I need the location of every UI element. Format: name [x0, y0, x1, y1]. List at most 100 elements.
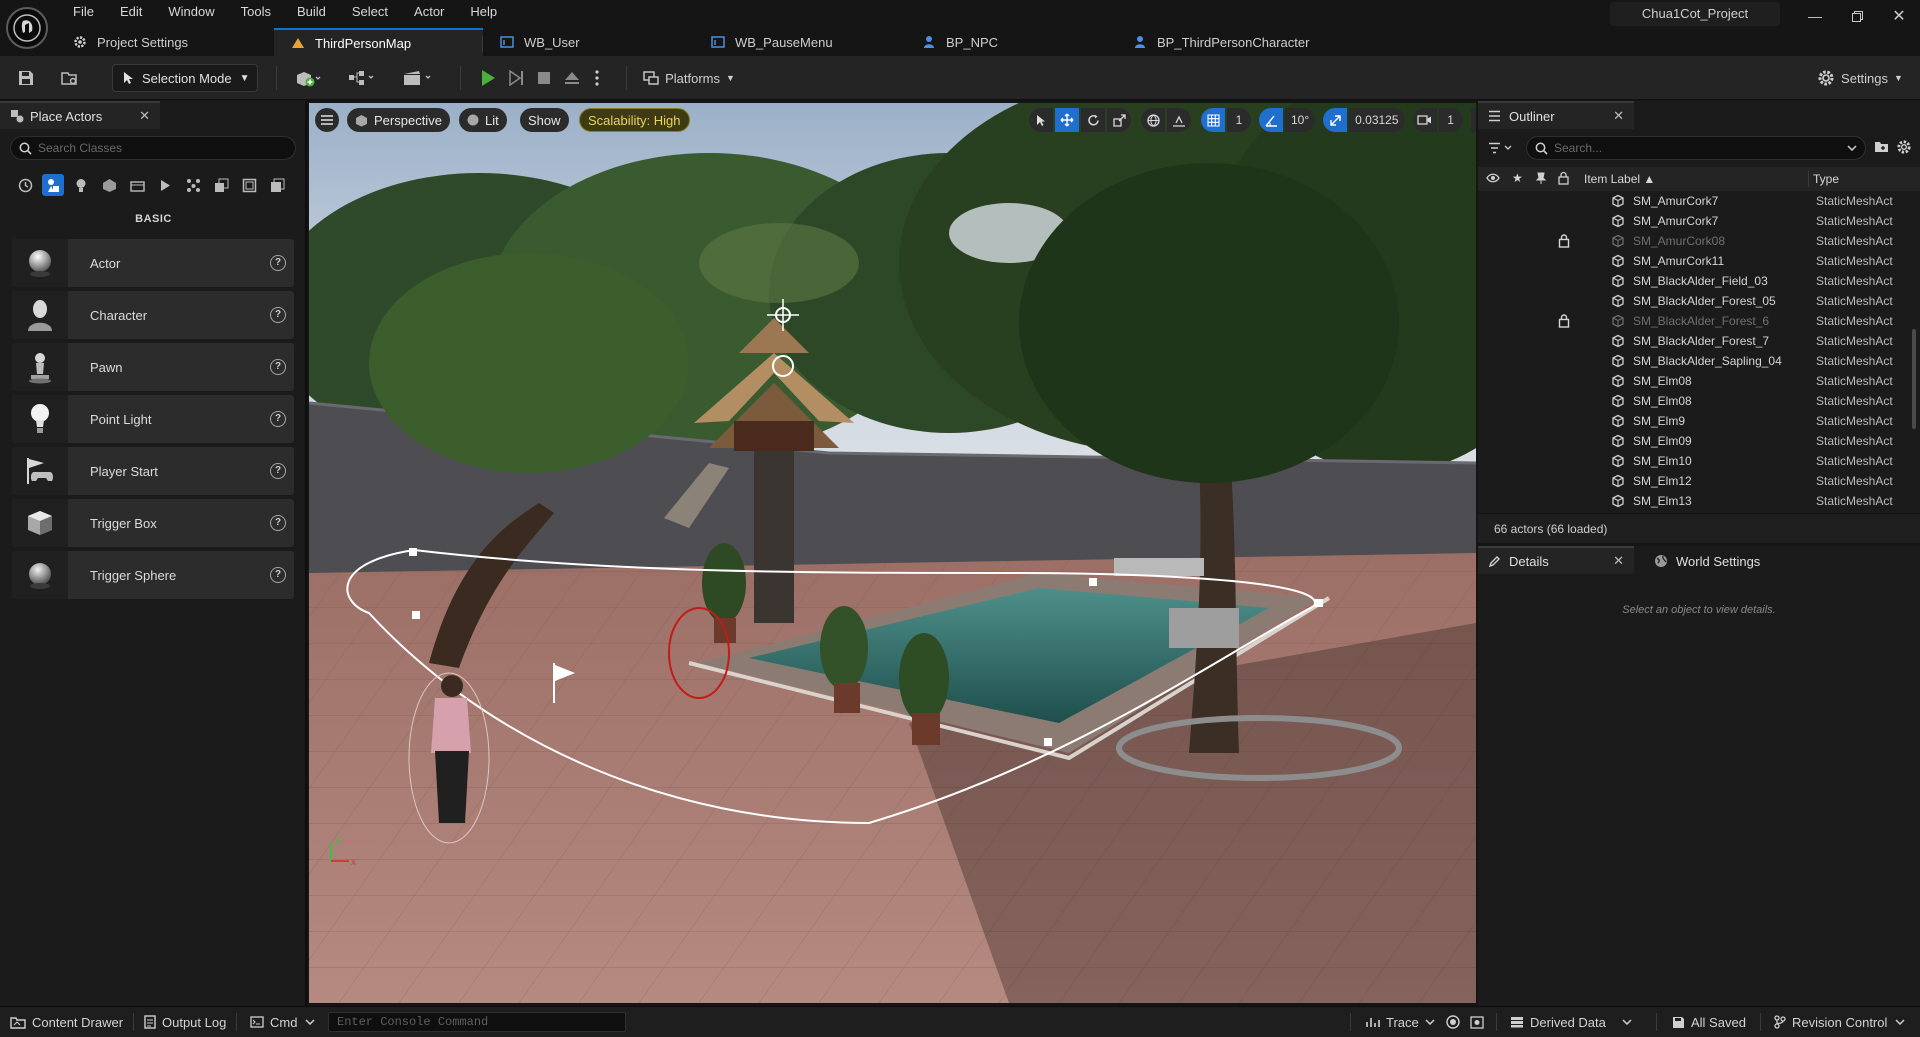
- outliner-row[interactable]: SM_Elm9 StaticMeshAct: [1478, 411, 1920, 431]
- volumes-category-icon[interactable]: [210, 174, 232, 196]
- level-viewport[interactable]: z x Perspective Lit Show Scalability: Hi…: [309, 103, 1476, 1003]
- advance-frame-icon[interactable]: [502, 64, 530, 92]
- close-icon[interactable]: ✕: [1613, 108, 1624, 124]
- outliner-row[interactable]: SM_BlackAlder_Sapling_04 StaticMeshAct: [1478, 351, 1920, 371]
- console-command-field[interactable]: [328, 1012, 626, 1032]
- actor-item-point-light[interactable]: Point Light ?: [12, 395, 294, 443]
- visibility-column-icon[interactable]: [1486, 173, 1500, 183]
- scale-snap-icon[interactable]: [1323, 108, 1348, 132]
- settings-dropdown[interactable]: Settings ▼: [1810, 64, 1910, 92]
- filter-dropdown[interactable]: [1488, 137, 1522, 159]
- tab-bp-thirdpersoncharacter[interactable]: BP_ThirdPersonCharacter: [1116, 28, 1346, 56]
- help-icon[interactable]: ?: [270, 515, 286, 531]
- lights-category-icon[interactable]: [70, 174, 92, 196]
- actor-item-actor[interactable]: Actor ?: [12, 239, 294, 287]
- actor-item-player-start[interactable]: Player Start ?: [12, 447, 294, 495]
- rotation-snap-icon[interactable]: [1259, 108, 1283, 132]
- outliner-tab[interactable]: Outliner ✕: [1478, 101, 1634, 129]
- outliner-row[interactable]: SM_AmurCork7 StaticMeshAct: [1478, 211, 1920, 231]
- search-input[interactable]: [38, 141, 295, 155]
- world-coordinates-icon[interactable]: [1141, 108, 1165, 132]
- lock-icon[interactable]: [1558, 313, 1570, 331]
- menu-help[interactable]: Help: [457, 0, 510, 24]
- platforms-dropdown[interactable]: Platforms ▼: [640, 64, 738, 92]
- surface-snapping-icon[interactable]: [1167, 108, 1191, 132]
- close-window-icon[interactable]: ✕: [1882, 4, 1916, 28]
- recent-icon[interactable]: [14, 174, 36, 196]
- help-icon[interactable]: ?: [270, 307, 286, 323]
- output-log-button[interactable]: Output Log: [144, 1007, 226, 1037]
- blueprint-menu-button[interactable]: [342, 64, 382, 92]
- minimize-icon[interactable]: —: [1798, 4, 1832, 28]
- add-folder-icon[interactable]: [1874, 140, 1889, 156]
- details-tab[interactable]: Details ✕: [1478, 546, 1634, 574]
- tab-thirdpersonmap[interactable]: ThirdPersonMap: [274, 28, 483, 56]
- selection-mode-dropdown[interactable]: Selection Mode ▼: [112, 64, 258, 92]
- grid-snap-icon[interactable]: [1201, 108, 1225, 132]
- outliner-row[interactable]: SM_Elm08 StaticMeshAct: [1478, 391, 1920, 411]
- all-classes-icon[interactable]: [238, 174, 260, 196]
- tab-bp-npc[interactable]: BP_NPC: [905, 28, 1116, 56]
- help-icon[interactable]: ?: [270, 411, 286, 427]
- menu-actor[interactable]: Actor: [401, 0, 457, 24]
- record-trace-icon[interactable]: [1446, 1007, 1460, 1037]
- basic-category-icon[interactable]: [42, 174, 64, 196]
- rotation-snap-value[interactable]: 10°: [1285, 108, 1316, 132]
- menu-tools[interactable]: Tools: [228, 0, 284, 24]
- geometry-category-icon[interactable]: [182, 174, 204, 196]
- chevron-down-icon[interactable]: [1847, 145, 1857, 151]
- help-icon[interactable]: ?: [270, 359, 286, 375]
- outliner-row[interactable]: SM_AmurCork7 StaticMeshAct: [1478, 191, 1920, 211]
- actor-item-trigger-box[interactable]: Trigger Box ?: [12, 499, 294, 547]
- tab-project-settings[interactable]: Project Settings: [56, 28, 274, 56]
- restore-icon[interactable]: [1840, 4, 1874, 28]
- content-drawer-button[interactable]: Content Drawer: [10, 1007, 123, 1037]
- all-actors-icon[interactable]: [266, 174, 288, 196]
- close-icon[interactable]: ✕: [1613, 553, 1624, 569]
- outliner-row[interactable]: SM_AmurCork11 StaticMeshAct: [1478, 251, 1920, 271]
- actor-item-trigger-sphere[interactable]: Trigger Sphere ?: [12, 551, 294, 599]
- outliner-scrollbar[interactable]: [1912, 329, 1916, 429]
- view-mode-lit-button[interactable]: Lit: [459, 108, 507, 132]
- revision-control-dropdown[interactable]: Revision Control: [1774, 1007, 1905, 1037]
- derived-data-dropdown[interactable]: Derived Data: [1510, 1007, 1632, 1037]
- screenshot-icon[interactable]: [1470, 1007, 1484, 1037]
- visual-effects-category-icon[interactable]: [154, 174, 176, 196]
- outliner-row[interactable]: SM_Elm10 StaticMeshAct: [1478, 451, 1920, 471]
- outliner-row[interactable]: SM_BlackAlder_Forest_05 StaticMeshAct: [1478, 291, 1920, 311]
- translate-tool-icon[interactable]: [1055, 108, 1079, 132]
- add-actor-button[interactable]: [288, 64, 328, 92]
- tab-wb-user[interactable]: WB_User: [483, 28, 694, 56]
- search-classes-field[interactable]: [10, 136, 296, 160]
- outliner-row[interactable]: SM_Elm09 StaticMeshAct: [1478, 431, 1920, 451]
- all-saved-status[interactable]: All Saved: [1672, 1007, 1746, 1037]
- scale-snap-value[interactable]: 0.03125: [1349, 108, 1405, 132]
- lock-icon[interactable]: [1558, 233, 1570, 251]
- place-actors-tab[interactable]: Place Actors ✕: [0, 101, 160, 129]
- close-icon[interactable]: ✕: [139, 108, 150, 124]
- outliner-row[interactable]: SM_Elm13 StaticMeshAct: [1478, 491, 1920, 511]
- grid-snap-value[interactable]: 1: [1227, 108, 1251, 132]
- cmd-dropdown[interactable]: Cmd: [250, 1007, 315, 1037]
- stop-icon[interactable]: [530, 64, 558, 92]
- scalability-warning-badge[interactable]: Scalability: High: [579, 108, 690, 132]
- viewport-options-button[interactable]: [315, 108, 339, 132]
- pin-column-icon[interactable]: [1536, 172, 1546, 185]
- help-icon[interactable]: ?: [270, 567, 286, 583]
- rotate-tool-icon[interactable]: [1081, 108, 1105, 132]
- scene-render[interactable]: z x: [309, 103, 1476, 1003]
- perspective-view-button[interactable]: Perspective: [347, 108, 450, 132]
- favorite-column-icon[interactable]: ★: [1512, 171, 1523, 185]
- menu-build[interactable]: Build: [284, 0, 339, 24]
- outliner-row[interactable]: SM_BlackAlder_Forest_6 StaticMeshAct: [1478, 311, 1920, 331]
- console-input[interactable]: [337, 1013, 625, 1031]
- help-icon[interactable]: ?: [270, 255, 286, 271]
- item-label-column[interactable]: Item Label ▲: [1584, 172, 1655, 186]
- camera-speed-icon[interactable]: [1412, 108, 1437, 132]
- outliner-row[interactable]: SM_Elm12 StaticMeshAct: [1478, 471, 1920, 491]
- outliner-row[interactable]: SM_Elm08 StaticMeshAct: [1478, 371, 1920, 391]
- content-browser-icon[interactable]: [56, 64, 84, 92]
- world-settings-tab[interactable]: World Settings: [1644, 546, 1774, 574]
- save-icon[interactable]: [12, 64, 40, 92]
- menu-edit[interactable]: Edit: [107, 0, 155, 24]
